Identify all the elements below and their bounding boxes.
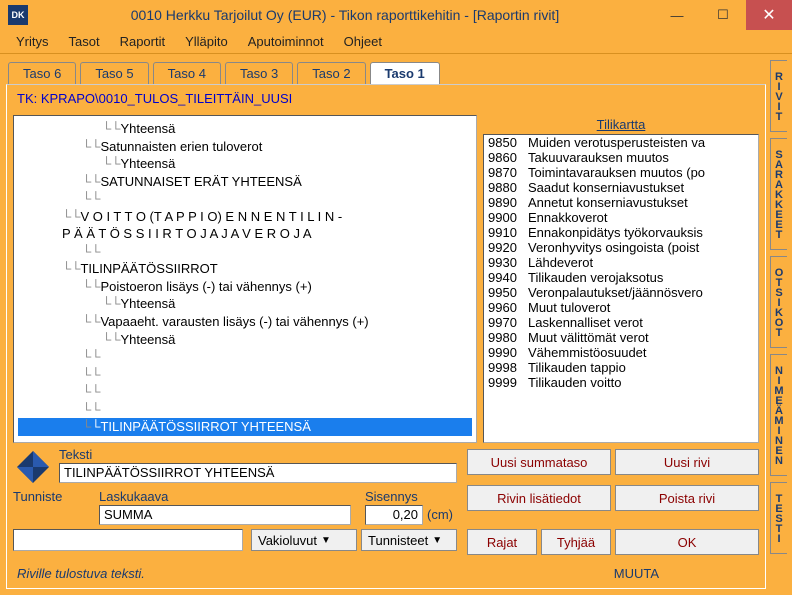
tree-row[interactable]: └Yhteensä [18,120,472,138]
tab-taso4[interactable]: Taso 4 [153,62,221,84]
tab-bar: Taso 6 Taso 5 Taso 4 Taso 3 Taso 2 Taso … [0,58,792,84]
tree-row[interactable]: └ [18,383,472,401]
menu-aputoiminnot[interactable]: Aputoiminnot [238,31,334,52]
rajat-button[interactable]: Rajat [467,529,537,555]
path-bar: TK: KPRAPO\0010_TULOS_TILEITTÄIN_UUSI [13,91,759,111]
menu-raportit[interactable]: Raportit [110,31,176,52]
close-button[interactable]: ✕ [746,0,792,30]
menu-ohjeet[interactable]: Ohjeet [334,31,392,52]
account-row[interactable]: 9940Tilikauden verojaksotus [484,270,758,285]
account-row[interactable]: 9950Veronpalautukset/jäännösvero [484,285,758,300]
side-tabs: RIVIT SARAKKEET OTSIKOT NIMEÄMINEN TESTI [770,60,792,595]
tab-taso2[interactable]: Taso 2 [297,62,365,84]
account-list[interactable]: 9850Muiden verotusperusteisten va9860Tak… [483,134,759,443]
sidetab-rivit[interactable]: RIVIT [770,60,787,132]
window-title: 0010 Herkku Tarjoilut Oy (EUR) - Tikon r… [36,7,654,23]
menu-yritys[interactable]: Yritys [6,31,59,52]
account-row[interactable]: 9920Veronhyvitys osingoista (poist [484,240,758,255]
title-bar: DK 0010 Herkku Tarjoilut Oy (EUR) - Tiko… [0,0,792,30]
maximize-button[interactable]: ☐ [700,0,746,30]
tree-row[interactable]: P Ä Ä T Ö S S I I R T O J A J A V E R O … [18,225,472,243]
account-row[interactable]: 9850Muiden verotusperusteisten va [484,135,758,150]
chevron-down-icon: ▼ [321,535,331,546]
tree-row[interactable]: └ [18,348,472,366]
tree-row[interactable]: └Yhteensä [18,295,472,313]
tree-row[interactable]: └V O I T T O (T A P P I O) E N N E N T I… [18,208,472,226]
tunniste-label: Tunniste [13,489,62,504]
tree-row[interactable]: └Satunnaisten erien tuloverot [18,138,472,156]
status-bar: Riville tulostuva teksti. MUUTA [13,562,759,584]
account-row[interactable]: 9980Muut välittömät verot [484,330,758,345]
content-area: TK: KPRAPO\0010_TULOS_TILEITTÄIN_UUSI └Y… [6,84,766,589]
tab-taso5[interactable]: Taso 5 [80,62,148,84]
tree-row[interactable]: └Poistoeron lisäys (-) tai vähennys (+) [18,278,472,296]
tree-row[interactable]: └Yhteensä [18,155,472,173]
teksti-label: Teksti [59,447,92,462]
cm-label: (cm) [427,507,453,522]
sidetab-testi[interactable]: TESTI [770,482,787,554]
chart-header: Tilikartta [483,115,759,134]
menu-tasot[interactable]: Tasot [59,31,110,52]
status-muuta: MUUTA [614,566,659,581]
tab-taso1[interactable]: Taso 1 [370,62,440,84]
tree-row[interactable]: └ [18,190,472,208]
chevron-down-icon: ▼ [432,535,442,546]
status-text: Riville tulostuva teksti. [17,566,145,581]
aux-input[interactable] [13,529,243,551]
poista-rivi-button[interactable]: Poista rivi [615,485,759,511]
account-row[interactable]: 9900Ennakkoverot [484,210,758,225]
account-row[interactable]: 9870Toimintavarauksen muutos (po [484,165,758,180]
tree-row[interactable]: └Vapaaeht. varausten lisäys (-) tai vähe… [18,313,472,331]
tree-row[interactable]: └SATUNNAISET ERÄT YHTEENSÄ [18,173,472,191]
account-row[interactable]: 9910Ennakonpidätys työkorvauksis [484,225,758,240]
tree-row[interactable]: └ [18,366,472,384]
menu-yllapito[interactable]: Ylläpito [175,31,238,52]
uusi-summataso-button[interactable]: Uusi summataso [467,449,611,475]
vakioluvut-dropdown[interactable]: Vakioluvut▼ [251,529,357,551]
tab-taso3[interactable]: Taso 3 [225,62,293,84]
app-icon: DK [8,5,28,25]
teksti-input[interactable]: TILINPÄÄTÖSSIIRROT YHTEENSÄ [59,463,457,483]
account-row[interactable]: 9998Tilikauden tappio [484,360,758,375]
tyhjaa-button[interactable]: Tyhjää [541,529,611,555]
tree-row[interactable]: └TILINPÄÄTÖSSIIRROT [18,260,472,278]
tab-taso6[interactable]: Taso 6 [8,62,76,84]
tree-row[interactable]: └ [18,401,472,419]
laskukaava-label: Laskukaava [99,489,168,504]
account-row[interactable]: 9930Lähdeverot [484,255,758,270]
report-tree[interactable]: └Yhteensä└Satunnaisten erien tuloverot└Y… [13,115,477,443]
account-row[interactable]: 9880Saadut konserniavustukset [484,180,758,195]
account-row[interactable]: 9890Annetut konserniavustukset [484,195,758,210]
account-row[interactable]: 9970Laskennalliset verot [484,315,758,330]
tree-row[interactable]: └TILINPÄÄTÖSSIIRROT YHTEENSÄ [18,418,472,436]
sidetab-nimeaminen[interactable]: NIMEÄMINEN [770,354,787,476]
account-row[interactable]: 9960Muut tuloverot [484,300,758,315]
diamond-icon [17,451,49,483]
sidetab-otsikot[interactable]: OTSIKOT [770,256,787,348]
tree-row[interactable]: └ [18,243,472,261]
rivin-lisatiedot-button[interactable]: Rivin lisätiedot [467,485,611,511]
tunnisteet-dropdown[interactable]: Tunnisteet▼ [361,529,457,551]
sisennys-input[interactable]: 0,20 [365,505,423,525]
sidetab-sarakkeet[interactable]: SARAKKEET [770,138,787,250]
laskukaava-input[interactable]: SUMMA [99,505,351,525]
uusi-rivi-button[interactable]: Uusi rivi [615,449,759,475]
chart-panel: Tilikartta 9850Muiden verotusperusteiste… [483,115,759,443]
account-row[interactable]: 9860Takuuvarauksen muutos [484,150,758,165]
menu-bar: Yritys Tasot Raportit Ylläpito Aputoimin… [0,30,792,54]
account-row[interactable]: 9999Tilikauden voitto [484,375,758,390]
ok-button[interactable]: OK [615,529,759,555]
sisennys-label: Sisennys [365,489,418,504]
tree-row[interactable]: └Yhteensä [18,331,472,349]
minimize-button[interactable]: — [654,0,700,30]
account-row[interactable]: 9990Vähemmistöosuudet [484,345,758,360]
